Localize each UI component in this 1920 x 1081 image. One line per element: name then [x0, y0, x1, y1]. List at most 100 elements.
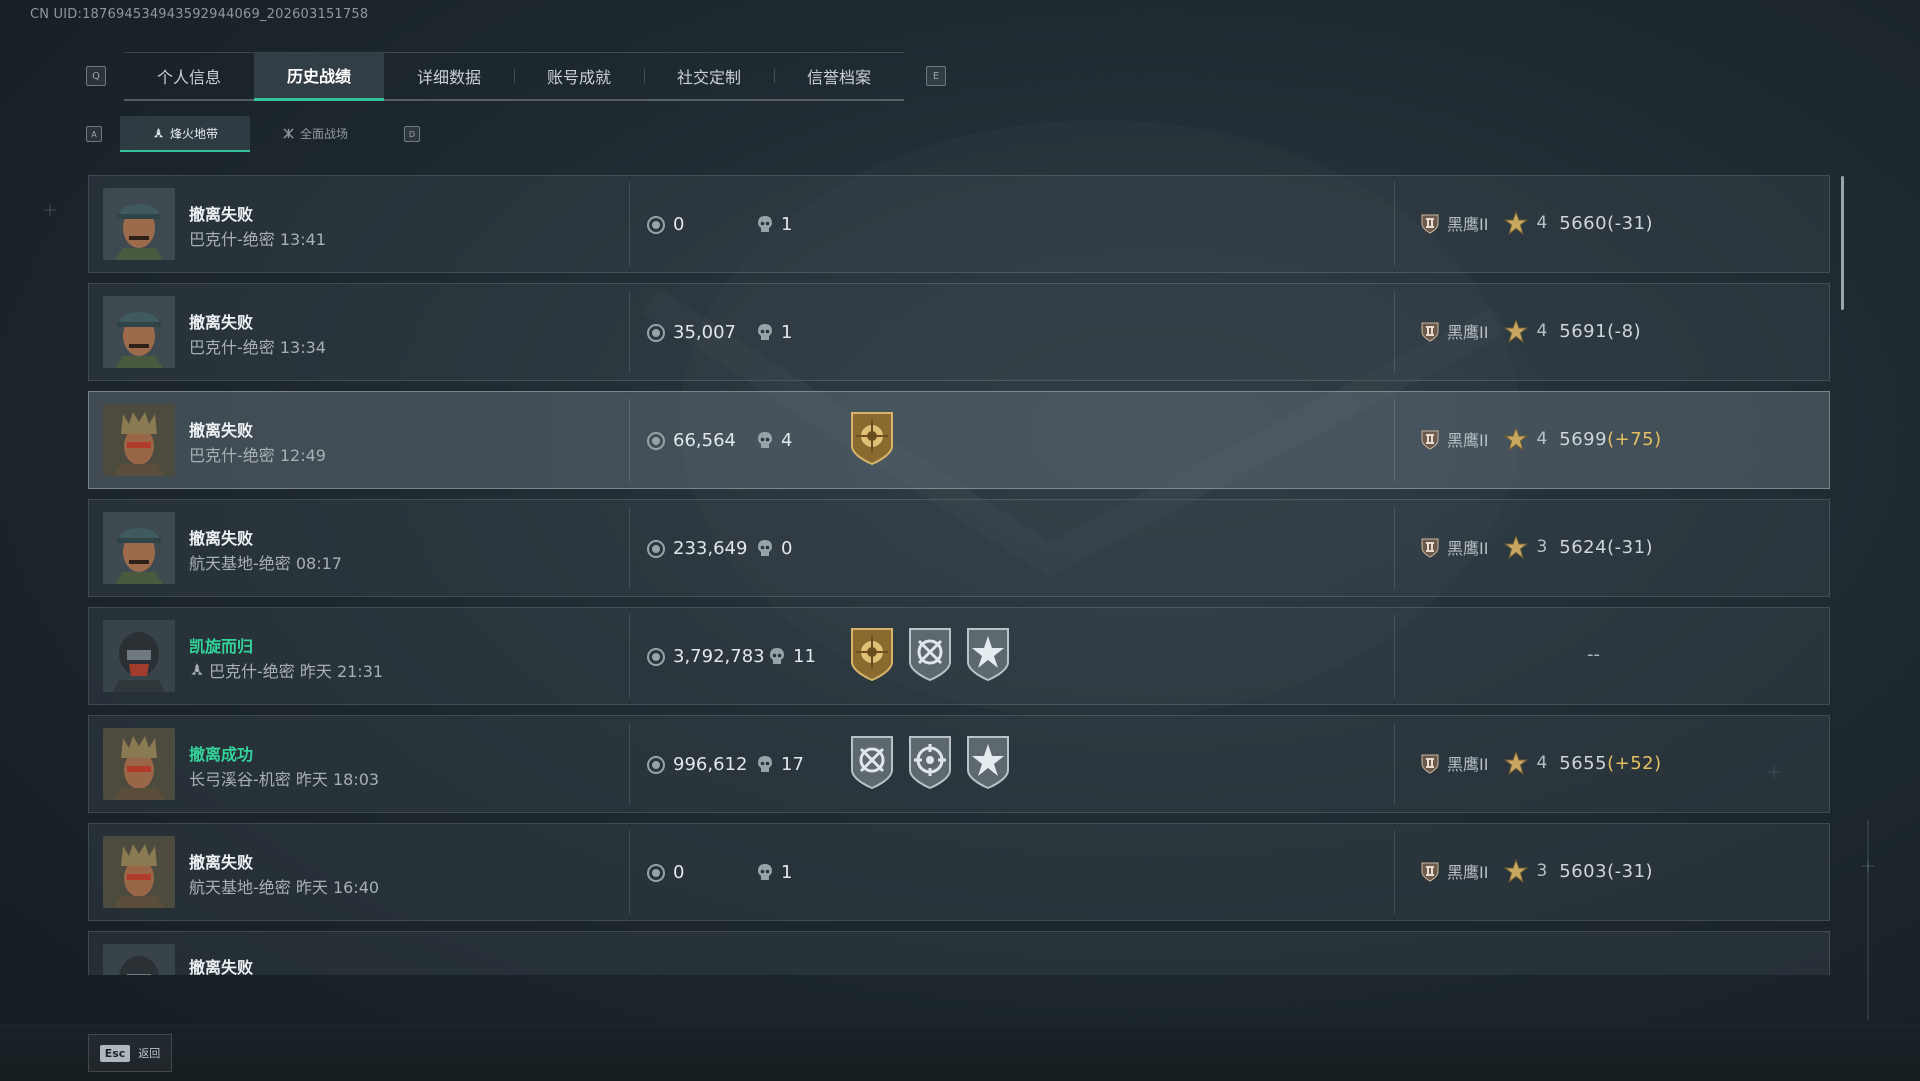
record-coins: 0 — [647, 214, 684, 235]
hazard-icon — [153, 127, 164, 137]
operator-avatar — [103, 404, 175, 476]
mode-next-key[interactable]: D — [404, 126, 420, 142]
tab-credit-record[interactable]: 信誉档案 — [774, 53, 904, 99]
crosshair-badge-icon — [849, 734, 895, 790]
mode-tab-hazard-zone[interactable]: 烽火地带 — [120, 116, 250, 152]
score-delta: (-31) — [1607, 536, 1654, 558]
back-button[interactable]: Esc 返回 — [88, 1034, 172, 1072]
record-kills: 1 — [757, 322, 792, 343]
footer-bar — [0, 1024, 1920, 1081]
star-count: 4 — [1536, 753, 1548, 773]
record-coins: 233,649 — [647, 538, 747, 559]
main-tab-bar: Q 个人信息 历史战绩 详细数据 账号成就 社交定制 信誉档案 E — [86, 51, 946, 101]
record-result: 凯旋而归 — [189, 637, 254, 656]
rank-shield-icon — [1419, 536, 1441, 558]
record-rank: 黑鹰II 4 5660(-31) — [1419, 211, 1653, 235]
match-history-list[interactable]: 撤离失败 巴克什-绝密 13:41 0 1 黑鹰II 4 5660(-31) 撤… — [88, 175, 1832, 975]
battlefield-icon — [283, 127, 294, 139]
match-record-row[interactable]: 凯旋而归 巴克什-绝密 昨天 21:31 3,792,783 11 -- — [88, 607, 1830, 705]
match-record-row[interactable]: 撤离失败 巴克什-绝密 12:49 66,564 4 黑鹰II 4 5699(+… — [88, 391, 1830, 489]
crosshair-badge-icon — [907, 626, 953, 682]
operator-avatar — [103, 512, 175, 584]
record-result: 撤离失败 — [189, 529, 254, 548]
hazard-icon — [191, 663, 203, 675]
gold-coin-badge-icon — [849, 626, 895, 682]
rank-name: 黑鹰II — [1447, 755, 1489, 774]
tab-detailed-data[interactable]: 详细数据 — [384, 53, 514, 99]
record-result: 撤离失败 — [189, 958, 254, 975]
match-record-row[interactable]: 撤离失败 巴克什-绝密 13:41 0 1 黑鹰II 4 5660(-31) — [88, 175, 1830, 273]
record-map-time: 巴克什-绝密 13:41 — [189, 230, 326, 249]
match-record-row[interactable]: 撤离失败 巴克什-绝密 13:34 35,007 1 黑鹰II 4 5691(-… — [88, 283, 1830, 381]
operator-avatar — [103, 188, 175, 260]
divider — [629, 290, 630, 374]
tab-social-custom[interactable]: 社交定制 — [644, 53, 774, 99]
tab-list: 个人信息 历史战绩 详细数据 账号成就 社交定制 信誉档案 — [124, 51, 904, 101]
star-count: 4 — [1536, 321, 1548, 341]
score-delta: (-8) — [1607, 320, 1642, 342]
divider — [1394, 398, 1395, 482]
tab-achievements[interactable]: 账号成就 — [514, 53, 644, 99]
rank-score: 5699(+75) — [1559, 428, 1662, 450]
rank-shield-icon — [1419, 212, 1441, 234]
rank-score: 5655(+52) — [1559, 752, 1662, 774]
rank-name: 黑鹰II — [1447, 323, 1489, 342]
skull-icon — [769, 647, 785, 667]
match-record-row[interactable]: 撤离成功 长弓溪谷-机密 昨天 18:03 996,612 17 黑鹰II 4 … — [88, 715, 1830, 813]
rank-name: 黑鹰II — [1447, 215, 1489, 234]
user-uid: CN UID:18769453494359294406​9_2026031517… — [30, 7, 369, 22]
star-icon — [1504, 319, 1528, 343]
star-icon — [1504, 211, 1528, 235]
record-kills: 4 — [757, 430, 792, 451]
skull-icon — [757, 431, 773, 451]
record-coins: 996,612 — [647, 754, 747, 775]
tab-next-key[interactable]: E — [926, 66, 946, 86]
record-result: 撤离失败 — [189, 313, 254, 332]
record-map-time: 巴克什-绝密 13:34 — [189, 338, 326, 357]
divider — [1394, 182, 1395, 266]
mode-tab-full-battlefield[interactable]: 全面战场 — [250, 116, 380, 150]
back-label: 返回 — [138, 1047, 161, 1060]
record-kills: 17 — [757, 754, 804, 775]
tab-prev-key[interactable]: Q — [86, 66, 106, 86]
tab-personal-info[interactable]: 个人信息 — [124, 53, 254, 99]
star-icon — [1504, 535, 1528, 559]
mode-tab-bar: A 烽火地带 全面战场 D — [86, 116, 420, 152]
record-rank: 黑鹰II 4 5691(-8) — [1419, 319, 1641, 343]
gold-star-badge-icon — [849, 410, 895, 466]
star-icon — [1504, 751, 1528, 775]
coin-icon — [647, 863, 665, 882]
rank-score: 5691(-8) — [1559, 320, 1642, 342]
target-badge-icon — [907, 734, 953, 790]
star-badge-icon — [965, 626, 1011, 682]
match-record-row[interactable]: 撤离失败 航天基地-绝密 昨天 16:40 0 1 黑鹰II 3 5603(-3… — [88, 823, 1830, 921]
match-record-row[interactable]: 撤离失败 — [88, 931, 1830, 975]
mode-prev-key[interactable]: A — [86, 126, 102, 142]
operator-avatar — [103, 728, 175, 800]
divider — [1394, 830, 1395, 914]
achievement-badges — [849, 410, 895, 466]
match-record-row[interactable]: 撤离失败 航天基地-绝密 08:17 233,649 0 黑鹰II 3 5624… — [88, 499, 1830, 597]
score-delta: (+75) — [1607, 428, 1662, 450]
esc-key-hint: Esc — [99, 1044, 131, 1062]
mode-tab-list: 烽火地带 全面战场 — [120, 116, 380, 152]
divider — [629, 830, 630, 914]
record-map-time: 巴克什-绝密 12:49 — [189, 446, 326, 465]
star-count: 3 — [1536, 537, 1548, 557]
record-map-time: 巴克什-绝密 昨天 21:31 — [189, 658, 383, 682]
record-coins: 35,007 — [647, 322, 736, 343]
tab-match-history[interactable]: 历史战绩 — [254, 52, 384, 101]
star-count: 4 — [1536, 429, 1548, 449]
score-delta: (+52) — [1607, 752, 1662, 774]
record-rank: 黑鹰II 3 5603(-31) — [1419, 859, 1653, 883]
coin-icon — [647, 755, 665, 774]
rank-shield-icon — [1419, 752, 1441, 774]
record-map-time: 长弓溪谷-机密 昨天 18:03 — [189, 770, 380, 789]
star-count: 4 — [1536, 213, 1548, 233]
rank-shield-icon — [1419, 428, 1441, 450]
rank-name: 黑鹰II — [1447, 863, 1489, 882]
mode-tab-label: 全面战场 — [299, 126, 348, 141]
skull-icon — [757, 863, 773, 883]
list-scrollbar[interactable] — [1841, 176, 1844, 310]
record-kills: 0 — [757, 538, 792, 559]
